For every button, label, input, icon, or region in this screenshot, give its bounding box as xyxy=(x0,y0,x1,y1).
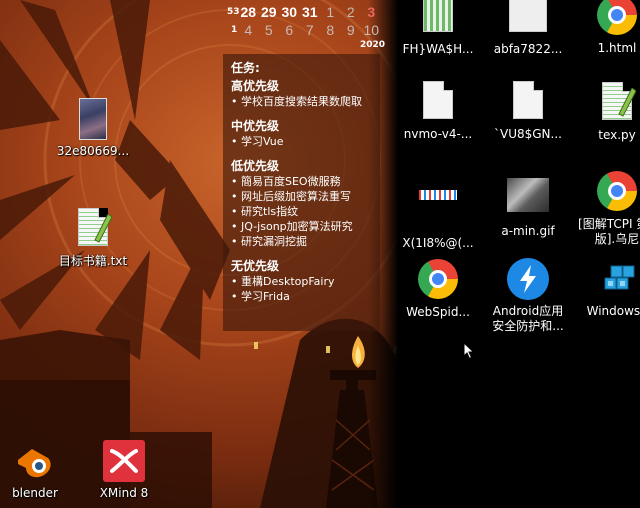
calendar-day[interactable]: 29 xyxy=(259,4,280,20)
task-item[interactable]: JQ-jsonp加密算法研究 xyxy=(231,219,377,234)
chrome-icon xyxy=(596,0,638,37)
image-file-icon xyxy=(507,0,549,38)
chrome-icon xyxy=(596,171,638,213)
desktop-icon-blender[interactable]: blender xyxy=(0,440,74,501)
task-item[interactable]: 学校百度搜索结果数爬取 xyxy=(231,94,377,109)
calendar-day[interactable]: 10 xyxy=(361,22,382,38)
desktop-icon-label: abfa7822... xyxy=(493,42,563,56)
calendar-day[interactable]: 7 xyxy=(300,22,321,38)
task-section-medium: 中优先级 学习Vue xyxy=(231,118,380,149)
task-section-title: 中优先级 xyxy=(231,119,280,133)
task-section-title: 无优先级 xyxy=(231,259,280,273)
desktop-icon-a-min-gif[interactable]: a-min.gif xyxy=(489,174,567,239)
task-section-title: 高优先级 xyxy=(231,79,280,93)
desktop-icon-label: 目标书籍.txt xyxy=(58,254,128,268)
calendar-day[interactable]: 4 xyxy=(238,22,259,38)
calendar-day[interactable]: 9 xyxy=(341,22,362,38)
task-item[interactable]: 簡易百度SEO微服務 xyxy=(231,174,377,189)
black-desktop-area xyxy=(368,0,640,508)
desktop-icon-label: 1.html xyxy=(597,41,637,55)
desktop-icon-label: nvmo-v4-... xyxy=(403,127,473,141)
desktop-icon-label: 32e80669... xyxy=(56,144,130,158)
calendar-week-row: 4 5 6 7 8 9 10 xyxy=(238,22,382,38)
desktop-icon-label: Android应用安全防护和... xyxy=(492,304,564,333)
desktop-icon-abfa7822[interactable]: abfa7822... xyxy=(489,0,567,57)
calendar-widget: 5 3 1 28 29 30 31 1 2 3 4 5 6 7 8 9 10 20… xyxy=(224,0,386,56)
desktop-icon-label: a-min.gif xyxy=(501,224,555,238)
xmind-icon xyxy=(103,440,145,482)
calendar-day[interactable]: 2 xyxy=(341,4,362,20)
week-number: 1 xyxy=(231,25,238,35)
calendar-day[interactable]: 5 xyxy=(259,22,280,38)
desktop-icon-nvmo-v4[interactable]: nvmo-v4-... xyxy=(399,79,477,142)
chrome-icon xyxy=(417,259,459,301)
calendar-day-today[interactable]: 3 xyxy=(361,4,382,20)
desktop-icon-image-32e80669[interactable]: 32e80669... xyxy=(54,98,132,159)
desktop-icon-windowsp[interactable]: WindowsP xyxy=(578,258,640,319)
task-item[interactable]: 网址后缀加密算法重写 xyxy=(231,189,377,204)
task-item[interactable]: 重構DesktopFairy xyxy=(231,274,377,289)
task-item[interactable]: 学习Frida xyxy=(231,289,377,304)
task-section-none: 无优先级 重構DesktopFairy 学习Frida xyxy=(231,258,380,304)
mouse-cursor-icon xyxy=(463,342,475,360)
desktop-icon-tcpip-book[interactable]: [图解TCPI 第5版].乌尼 xyxy=(578,170,640,247)
desktop-icon-label: FH}WA$H... xyxy=(402,42,474,56)
desktop-icon-label: WindowsP xyxy=(586,304,640,318)
desktop-icon-label: XMind 8 xyxy=(99,486,149,500)
desktop-icon-vu8gn[interactable]: `VU8$GN... xyxy=(489,79,567,142)
calendar-day[interactable]: 31 xyxy=(300,4,321,20)
task-section-high: 高优先级 学校百度搜索结果数爬取 xyxy=(231,78,380,109)
task-item[interactable]: 研究tls指纹 xyxy=(231,204,377,219)
image-file-icon xyxy=(72,98,114,140)
task-section-low: 低优先级 簡易百度SEO微服務 网址后缀加密算法重写 研究tls指纹 JQ-js… xyxy=(231,158,380,249)
gif-file-icon xyxy=(507,178,549,220)
task-list-header: 任务: xyxy=(231,61,260,75)
task-section-title: 低优先级 xyxy=(231,159,280,173)
calendar-week-row: 28 29 30 31 1 2 3 xyxy=(238,4,382,20)
desktop-icon-1-html[interactable]: 1.html xyxy=(578,0,640,56)
desktop-icon-android-security[interactable]: Android应用安全防护和... xyxy=(489,258,567,334)
desktop-icon-x1i8[interactable]: X(1I8%@(... xyxy=(399,174,477,251)
desktop-icon-label: [图解TCPI 第5版].乌尼 xyxy=(578,217,640,246)
calendar-day[interactable]: 30 xyxy=(279,4,300,20)
image-file-icon xyxy=(417,190,459,232)
desktop-icon-label: `VU8$GN... xyxy=(494,127,562,141)
blank-file-icon xyxy=(417,81,459,123)
desktop-icon-fhwah[interactable]: FH}WA$H... xyxy=(399,0,477,57)
desktop-icon-label: tex.py xyxy=(598,128,636,142)
desktop-icon-tex-py[interactable]: tex.py xyxy=(578,79,640,143)
android-security-app-icon xyxy=(507,258,549,300)
calendar-day[interactable]: 6 xyxy=(279,22,300,38)
task-item[interactable]: 学习Vue xyxy=(231,134,377,149)
desktop-icon-label: blender xyxy=(12,486,58,500)
calendar-day[interactable]: 1 xyxy=(320,4,341,20)
blank-file-icon xyxy=(507,81,549,123)
task-list-widget: 任务: 高优先级 学校百度搜索结果数爬取 中优先级 学习Vue 低优先级 簡易百… xyxy=(223,54,380,331)
desktop-icon-label: X(1I8%@(... xyxy=(402,236,474,250)
blender-icon xyxy=(14,440,56,482)
calendar-day[interactable]: 8 xyxy=(320,22,341,38)
notepad-text-file-icon xyxy=(596,82,638,124)
windows-package-icon xyxy=(596,258,638,300)
desktop-icon-target-books-txt[interactable]: 目标书籍.txt xyxy=(54,205,132,269)
image-file-icon xyxy=(417,0,459,38)
task-item[interactable]: 研究漏洞挖掘 xyxy=(231,234,377,249)
desktop-icon-webspider[interactable]: WebSpid... xyxy=(399,258,477,320)
calendar-day[interactable]: 28 xyxy=(238,4,259,20)
desktop-icon-label: WebSpid... xyxy=(406,305,470,319)
notepad-text-file-icon xyxy=(72,208,114,250)
desktop-icon-xmind[interactable]: XMind 8 xyxy=(85,440,163,501)
calendar-year: 2020 xyxy=(360,40,386,50)
